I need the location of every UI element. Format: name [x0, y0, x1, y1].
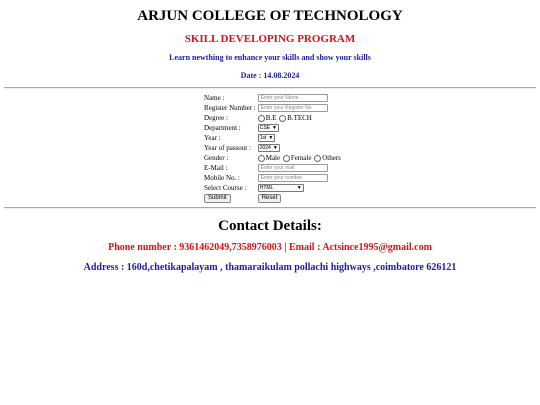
contact-title: Contact Details:	[218, 218, 322, 234]
form-row-course: Select Course : HTML ▼	[203, 183, 343, 193]
degree-btech-label: B.TECH	[287, 114, 312, 123]
form-row-department: Department : CSE ▼	[203, 123, 343, 133]
department-select[interactable]: CSE ▼	[257, 124, 279, 133]
course-value: HTML	[259, 185, 274, 192]
register-label: Register Number :	[204, 104, 256, 112]
reset-button[interactable]: Reset	[257, 194, 282, 203]
bottom-divider	[4, 207, 536, 209]
passout-select[interactable]: 2024 ▼	[257, 144, 280, 153]
form-row-degree: Degree : B.E B.TECH	[203, 113, 343, 123]
chevron-down-icon: ▼	[296, 185, 302, 192]
degree-label: Degree :	[204, 114, 228, 122]
name-input[interactable]: Enter your Name	[257, 94, 328, 103]
form-row-gender: Gender : Male Female Others	[203, 153, 343, 163]
form-row-register: Register Number : Enter your Register No	[203, 103, 343, 113]
contact-address: Address : 160d,chetikapalayam , thamarai…	[83, 262, 457, 273]
passout-label: Year of passout :	[204, 144, 251, 152]
gender-label: Gender :	[204, 154, 229, 162]
chevron-down-icon: ▼	[268, 135, 274, 142]
tagline: Learn newthing to enhance your skills an…	[169, 53, 371, 62]
degree-btech-radio[interactable]	[279, 114, 287, 122]
submit-button[interactable]: Submit	[204, 194, 231, 203]
mobile-input[interactable]: Enter your number	[257, 174, 328, 183]
degree-be-label: B.E	[265, 114, 277, 123]
year-label: Year :	[204, 134, 221, 142]
program-title: SKILL DEVELOPING PROGRAM	[184, 33, 356, 45]
course-label: Select Course :	[204, 184, 247, 192]
gender-others-radio[interactable]	[314, 154, 322, 162]
register-input[interactable]: Enter your Register No	[257, 104, 328, 113]
department-label: Department :	[204, 124, 241, 132]
name-label: Name :	[204, 94, 225, 102]
form-row-name: Name : Enter your Name	[203, 93, 343, 103]
registration-form: Name : Enter your Name Register Number :…	[203, 93, 343, 203]
gender-male-radio[interactable]	[257, 154, 265, 162]
form-row-buttons: Submit Reset	[203, 193, 343, 203]
form-row-mobile: Mobile No. : Enter your number	[203, 173, 343, 183]
email-label: E-Mail :	[204, 164, 228, 172]
contact-phone-email: Phone number : 9361462049,7358976003 | E…	[108, 242, 432, 253]
chevron-down-icon: ▼	[272, 145, 278, 152]
year-select[interactable]: 1st ▼	[257, 134, 276, 143]
passout-value: 2024	[259, 145, 271, 152]
course-select[interactable]: HTML ▼	[257, 184, 304, 193]
mobile-label: Mobile No. :	[204, 174, 240, 182]
top-divider	[4, 87, 536, 89]
gender-female-label: Female	[290, 154, 312, 163]
form-row-email: E-Mail : Enter your mail	[203, 163, 343, 173]
chevron-down-icon: ▼	[272, 125, 277, 132]
form-row-passout: Year of passout : 2024 ▼	[203, 143, 343, 153]
year-value: 1st	[259, 135, 267, 142]
department-value: CSE	[259, 125, 270, 132]
college-title: ARJUN COLLEGE OF TECHNOLOGY	[137, 8, 403, 24]
date-text: Date : 14.08.2024	[240, 71, 300, 80]
form-row-year: Year : 1st ▼	[203, 133, 343, 143]
degree-be-radio[interactable]	[257, 114, 265, 122]
gender-others-label: Others	[322, 154, 341, 163]
gender-female-radio[interactable]	[282, 154, 290, 162]
gender-male-label: Male	[265, 154, 281, 163]
email-input[interactable]: Enter your mail	[257, 164, 328, 173]
